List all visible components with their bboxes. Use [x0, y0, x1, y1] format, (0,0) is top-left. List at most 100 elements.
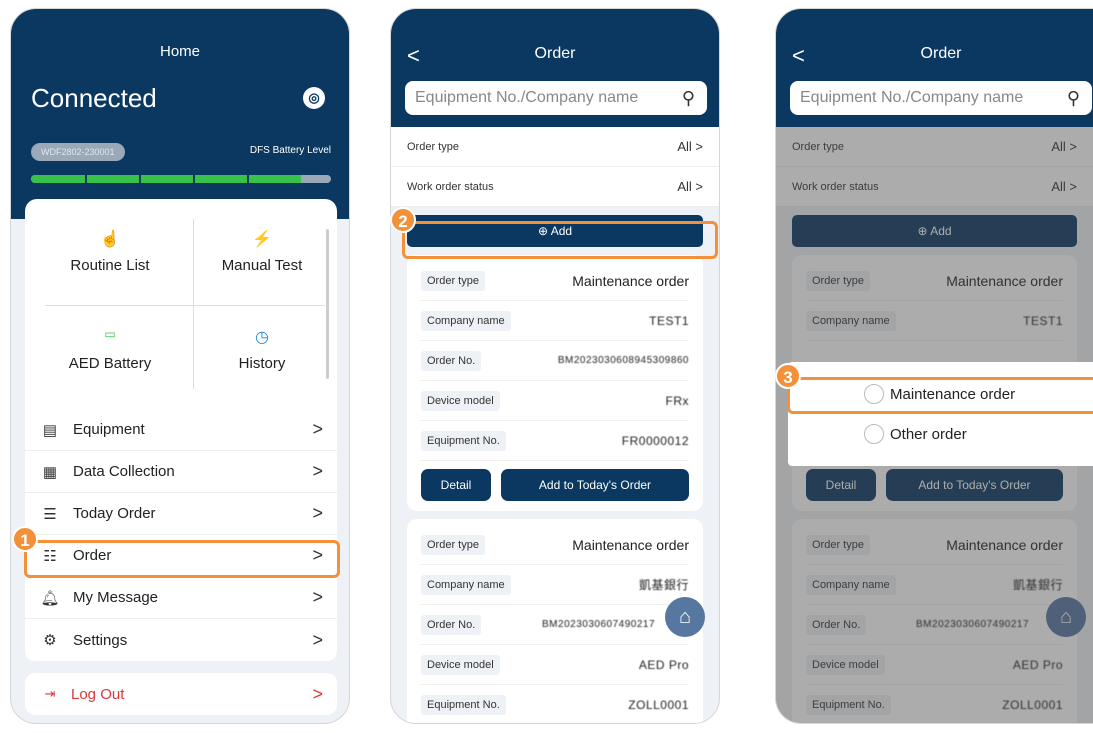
detail-button[interactable]: Detail [421, 469, 491, 501]
menu-label: Today Order [73, 505, 156, 522]
add-button[interactable]: ⊕ Add [792, 215, 1077, 247]
divider [45, 305, 325, 306]
radio-button[interactable] [864, 424, 884, 444]
card-row: Device model AED Pro [421, 645, 689, 685]
logout-icon: ⇥ [44, 686, 56, 701]
step-highlight [24, 540, 340, 578]
step-badge: 2 [390, 207, 416, 233]
chart-icon: ▦ [42, 463, 58, 481]
divider [193, 219, 194, 389]
card-row: Company name 凱基銀行 [421, 565, 689, 605]
filter-label: Work order status [407, 180, 494, 193]
home-icon[interactable]: ⌂ [1046, 597, 1086, 637]
home-icon[interactable]: ⌂ [665, 597, 705, 637]
menu-item-my-message[interactable]: 🔔︎ My Message > [25, 577, 337, 619]
logout-label: Log Out [71, 685, 125, 703]
chevron-right-icon: > [312, 629, 323, 650]
field-label: Order type [421, 270, 485, 291]
card-row: Equipment No. FR0000012 [421, 421, 689, 461]
card-row: Order No. BM2023030607490217 [421, 605, 689, 645]
menu-item-equipment[interactable]: ▤ Equipment > [25, 409, 337, 451]
filter-label: Order type [792, 140, 844, 153]
card-row: Order No. BM2023030607490217 [806, 605, 1063, 645]
field-label: Order type [421, 534, 485, 555]
routine-list-button[interactable]: ☝ Routine List [35, 213, 185, 303]
detail-button[interactable]: Detail [806, 469, 876, 501]
scrollbar[interactable] [326, 229, 329, 379]
filter-label: Order type [407, 140, 459, 153]
aed-battery-button[interactable]: ▭ AED Battery [35, 311, 185, 401]
step-badge: 1 [12, 526, 38, 552]
battery-icon: ▭ [104, 327, 116, 341]
search-icon[interactable]: ⚲ [1067, 81, 1080, 115]
plus-circle-icon: ⊕ [917, 224, 928, 238]
field-label: Order No. [421, 350, 482, 371]
field-label: Company name [421, 310, 511, 331]
card-row: Order type Maintenance order [806, 261, 1063, 301]
add-to-today-button[interactable]: Add to Today's Order [886, 469, 1063, 501]
field-label: Order type [806, 534, 870, 555]
field-label: Order type [806, 270, 870, 291]
history-button[interactable]: ◷ History [187, 311, 337, 401]
option-label: Other order [890, 425, 967, 443]
add-to-today-button[interactable]: Add to Today's Order [501, 469, 689, 501]
card-row: Company name TEST1 [806, 301, 1063, 341]
card-row: Order No. BM2023030608945309860 [421, 341, 689, 381]
chevron-right-icon: > [312, 587, 323, 607]
card-row: Equipment No. ZOLL0001 [421, 685, 689, 723]
menu-label: Equipment [73, 421, 145, 438]
chevron-right-icon: > [312, 683, 323, 704]
battery-label: DFS Battery Level [249, 145, 331, 156]
card-row: Device model FRx [421, 381, 689, 421]
field-value: ZOLL0001 [628, 697, 689, 712]
filter-order-type[interactable]: Order type All > [391, 127, 719, 167]
filter-order-type[interactable]: Order type All > [776, 127, 1093, 167]
card-row: Order type Maintenance order [421, 261, 689, 301]
search-icon[interactable]: ⚲ [682, 81, 695, 115]
field-value: 凱基銀行 [638, 578, 689, 592]
field-value: TEST1 [649, 313, 689, 328]
lightning-icon: ⚡ [252, 231, 272, 248]
chevron-right-icon: > [312, 503, 323, 523]
home-screen: Home Connected ◎ WDF2802-230001 DFS Batt… [10, 8, 350, 724]
filter-work-order-status[interactable]: Work order status All > [391, 167, 719, 207]
logout-button[interactable]: ⇥ Log Out > [25, 673, 337, 715]
field-label: Device model [806, 654, 885, 675]
filter-value: All > [677, 179, 703, 194]
equipment-icon: ▤ [42, 421, 58, 439]
menu-item-today-order[interactable]: ☰ Today Order > [25, 493, 337, 535]
search-input[interactable]: Equipment No./Company name ⚲ [790, 81, 1092, 115]
menu-item-data-collection[interactable]: ▦ Data Collection > [25, 451, 337, 493]
order-card: Order type Maintenance order Company name… [407, 255, 703, 511]
field-label: Device model [421, 654, 500, 675]
search-input[interactable]: Equipment No./Company name ⚲ [405, 81, 707, 115]
field-label: Device model [421, 390, 500, 411]
bell-icon: 🔔︎ [40, 589, 60, 607]
field-label: Company name [806, 310, 896, 331]
field-value: FR0000012 [621, 433, 689, 448]
field-label: Equipment No. [421, 430, 506, 451]
filter-value: All > [1051, 179, 1077, 194]
card-row: Order type Maintenance order [806, 525, 1063, 565]
filter-label: Work order status [792, 180, 879, 193]
field-label: Equipment No. [421, 694, 506, 715]
field-value: Maintenance order [572, 536, 689, 553]
search-placeholder: Equipment No./Company name [800, 89, 1024, 106]
home-header: Home Connected ◎ WDF2802-230001 DFS Batt… [11, 9, 349, 219]
field-label: Company name [421, 574, 511, 595]
menu-label: Data Collection [73, 463, 175, 480]
manual-test-button[interactable]: ⚡ Manual Test [187, 213, 337, 303]
menu-item-settings[interactable]: ⚙ Settings > [25, 619, 337, 661]
language-icon[interactable]: ◎ [303, 87, 325, 109]
field-value: Maintenance order [946, 272, 1063, 289]
quick-actions-grid: ☝ Routine List ⚡ Manual Test ▭ AED Batte… [25, 199, 337, 431]
option-other-order[interactable]: Other order [788, 414, 1093, 454]
main-menu: ▤ Equipment > ▦ Data Collection > ☰ Toda… [25, 409, 337, 661]
order-screen: < Order Equipment No./Company name ⚲ Ord… [390, 8, 720, 724]
add-label: Add [930, 224, 952, 238]
battery-level-fill [31, 175, 301, 183]
field-value: TEST1 [1023, 313, 1063, 328]
card-row: Equipment No. ZOLL0001 [806, 685, 1063, 723]
menu-label: Settings [73, 631, 128, 649]
filter-work-order-status[interactable]: Work order status All > [776, 167, 1093, 207]
